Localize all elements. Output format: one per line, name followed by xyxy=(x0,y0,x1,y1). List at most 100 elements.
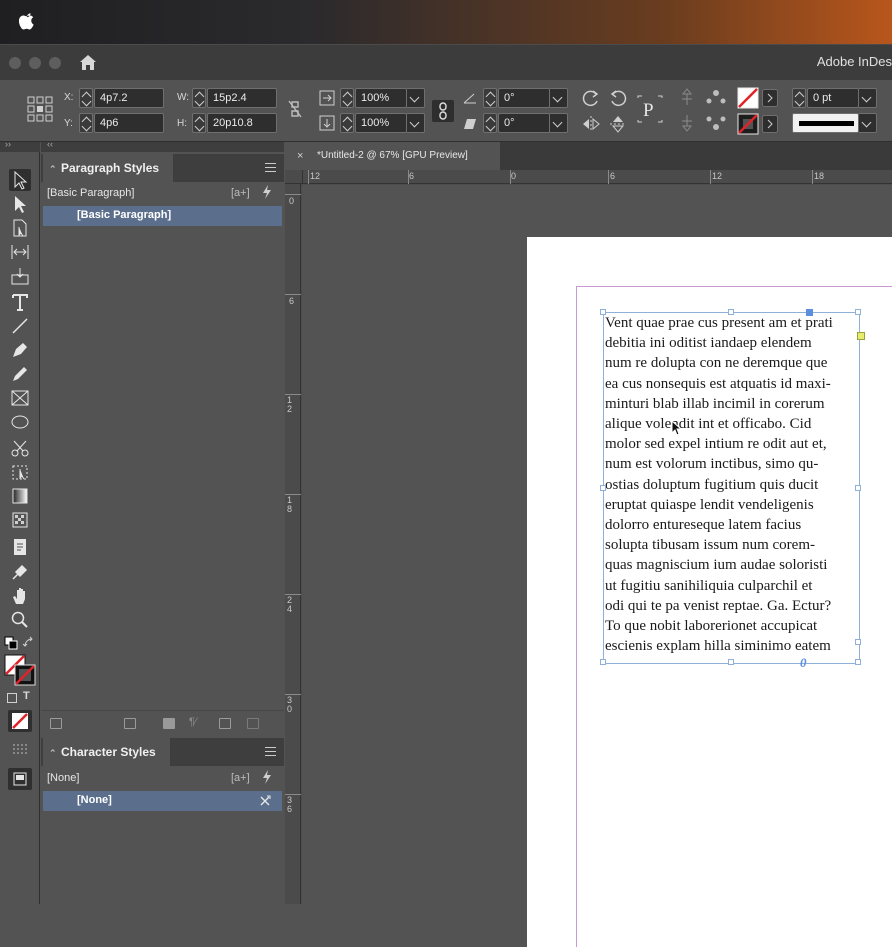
page-tool-icon[interactable] xyxy=(9,217,31,239)
default-fill-stroke-icon[interactable] xyxy=(4,636,18,650)
scale-y-field[interactable]: 100% xyxy=(355,113,407,133)
type-tool-icon[interactable] xyxy=(9,291,31,313)
close-document-icon[interactable]: × xyxy=(297,142,303,170)
close-window-button[interactable] xyxy=(9,57,21,69)
vertical-ruler[interactable]: 0 6 1 2 1 8 2 4 3 0 3 6 xyxy=(285,184,301,904)
rectangle-frame-tool-icon[interactable] xyxy=(9,387,31,409)
style-lock-icon[interactable] xyxy=(259,795,271,807)
scale-y-dropdown[interactable] xyxy=(407,113,425,133)
select-container-icon[interactable] xyxy=(678,88,696,106)
direct-selection-tool-icon[interactable] xyxy=(9,193,31,215)
gradient-feather-tool-icon[interactable] xyxy=(9,509,31,531)
select-content-icon[interactable] xyxy=(678,114,696,132)
shear-dropdown[interactable] xyxy=(550,113,568,133)
swap-fill-stroke-icon[interactable] xyxy=(22,636,36,650)
fill-stroke-proxy-icon[interactable] xyxy=(4,654,36,686)
screen-mode-icon[interactable] xyxy=(10,741,30,757)
folder-icon[interactable] xyxy=(163,718,175,729)
rotate-field[interactable]: 0° xyxy=(498,88,550,108)
frame-handle-bottom-right[interactable] xyxy=(855,659,861,665)
lightning-icon[interactable] xyxy=(262,185,272,199)
pasteboard[interactable]: Vent quae prae cus present am et prati d… xyxy=(302,185,892,947)
view-mode-icon[interactable] xyxy=(8,768,32,790)
frame-handle-top-right[interactable] xyxy=(855,309,861,315)
formatting-container-icon[interactable] xyxy=(7,693,17,703)
note-tool-icon[interactable] xyxy=(9,536,31,558)
collapse-tools-icon[interactable]: ›› xyxy=(5,139,11,149)
character-style-row[interactable]: [None] xyxy=(43,791,282,811)
scissors-tool-icon[interactable] xyxy=(9,437,31,459)
free-transform-tool-icon[interactable] xyxy=(9,461,31,483)
shear-field[interactable]: 0° xyxy=(498,113,550,133)
content-collector-tool-icon[interactable] xyxy=(9,265,31,287)
gradient-swatch-tool-icon[interactable] xyxy=(9,485,31,507)
stroke-weight-stepper[interactable] xyxy=(792,88,806,108)
width-stepper[interactable] xyxy=(192,88,206,108)
character-styles-tab[interactable]: Character Styles xyxy=(43,738,170,767)
frame-handle-out-port[interactable] xyxy=(855,639,861,645)
pencil-tool-icon[interactable] xyxy=(9,363,31,385)
y-field[interactable]: 4p6 xyxy=(94,113,164,133)
frame-handle-bottom[interactable] xyxy=(728,659,734,665)
hand-tool-icon[interactable] xyxy=(9,585,31,607)
pen-tool-icon[interactable] xyxy=(9,339,31,361)
story-text[interactable]: Vent quae prae cus present am et prati d… xyxy=(605,313,857,656)
minimize-window-button[interactable] xyxy=(29,57,41,69)
scale-x-stepper[interactable] xyxy=(340,88,354,108)
create-new-style-icon[interactable] xyxy=(219,718,231,729)
stroke-swatch-icon[interactable] xyxy=(737,113,759,135)
stroke-type-dropdown[interactable] xyxy=(859,113,877,133)
flip-vertical-icon[interactable] xyxy=(608,114,628,134)
formatting-text-icon[interactable]: T xyxy=(23,690,30,702)
rotate-stepper[interactable] xyxy=(483,88,497,108)
delete-style-icon[interactable] xyxy=(247,718,259,729)
reference-point-icon[interactable] xyxy=(27,96,53,122)
ruler-origin[interactable] xyxy=(285,170,303,184)
document-page[interactable]: Vent quae prae cus present am et prati d… xyxy=(527,237,892,947)
paragraph-style-row[interactable]: [Basic Paragraph] xyxy=(43,206,282,226)
new-style-group-icon[interactable] xyxy=(124,718,136,729)
scale-x-field[interactable]: 100% xyxy=(355,88,407,108)
ellipse-tool-icon[interactable] xyxy=(9,411,31,433)
text-frame[interactable]: Vent quae prae cus present am et prati d… xyxy=(600,309,865,670)
collapse-panels-icon[interactable]: ‹‹ xyxy=(47,139,53,149)
stroke-type-field[interactable] xyxy=(792,113,859,133)
stroke-weight-field[interactable]: 0 pt xyxy=(807,88,859,108)
select-previous-object-icon[interactable] xyxy=(705,88,727,106)
fill-none-swatch-icon[interactable] xyxy=(737,87,759,109)
frame-handle-bottom-left[interactable] xyxy=(600,659,606,665)
home-icon[interactable] xyxy=(78,53,98,73)
frame-handle-top-left[interactable] xyxy=(600,309,606,315)
width-field[interactable]: 15p2.4 xyxy=(207,88,277,108)
eyedropper-tool-icon[interactable] xyxy=(9,561,31,583)
zoom-window-button[interactable] xyxy=(49,57,61,69)
link-scale-icon[interactable] xyxy=(432,100,454,122)
frame-handle-left[interactable] xyxy=(600,485,606,491)
scale-y-stepper[interactable] xyxy=(340,113,354,133)
selection-tool-icon[interactable] xyxy=(9,169,31,191)
rotate-counterclockwise-icon[interactable] xyxy=(608,88,628,108)
rotate-dropdown[interactable] xyxy=(550,88,568,108)
overset-indicator[interactable]: 0 xyxy=(800,655,807,671)
shear-stepper[interactable] xyxy=(483,113,497,133)
live-corner-control[interactable] xyxy=(857,332,865,340)
apple-logo-icon[interactable] xyxy=(16,10,38,32)
new-style-from-selection-icon[interactable]: [a+] xyxy=(231,187,250,199)
new-style-from-selection-icon[interactable]: [a+] xyxy=(231,772,250,784)
line-tool-icon[interactable] xyxy=(9,315,31,337)
in-port[interactable] xyxy=(806,309,813,316)
lightning-icon[interactable] xyxy=(262,770,272,784)
fill-swatch-menu-icon[interactable] xyxy=(762,89,778,107)
apply-none-icon[interactable] xyxy=(8,710,32,732)
select-next-object-icon[interactable] xyxy=(705,114,727,132)
load-styles-icon[interactable] xyxy=(50,718,62,729)
horizontal-ruler[interactable]: 12 6 0 6 12 18 xyxy=(303,170,892,184)
stroke-weight-dropdown[interactable] xyxy=(859,88,877,108)
gap-tool-icon[interactable] xyxy=(9,241,31,263)
paragraph-styles-tab[interactable]: Paragraph Styles xyxy=(43,154,174,183)
frame-handle-top[interactable] xyxy=(728,309,734,315)
constrain-proportions-icon[interactable] xyxy=(288,100,302,118)
x-field[interactable]: 4p7.2 xyxy=(94,88,164,108)
flip-horizontal-icon[interactable] xyxy=(581,114,601,134)
rotate-clockwise-icon[interactable] xyxy=(581,88,601,108)
